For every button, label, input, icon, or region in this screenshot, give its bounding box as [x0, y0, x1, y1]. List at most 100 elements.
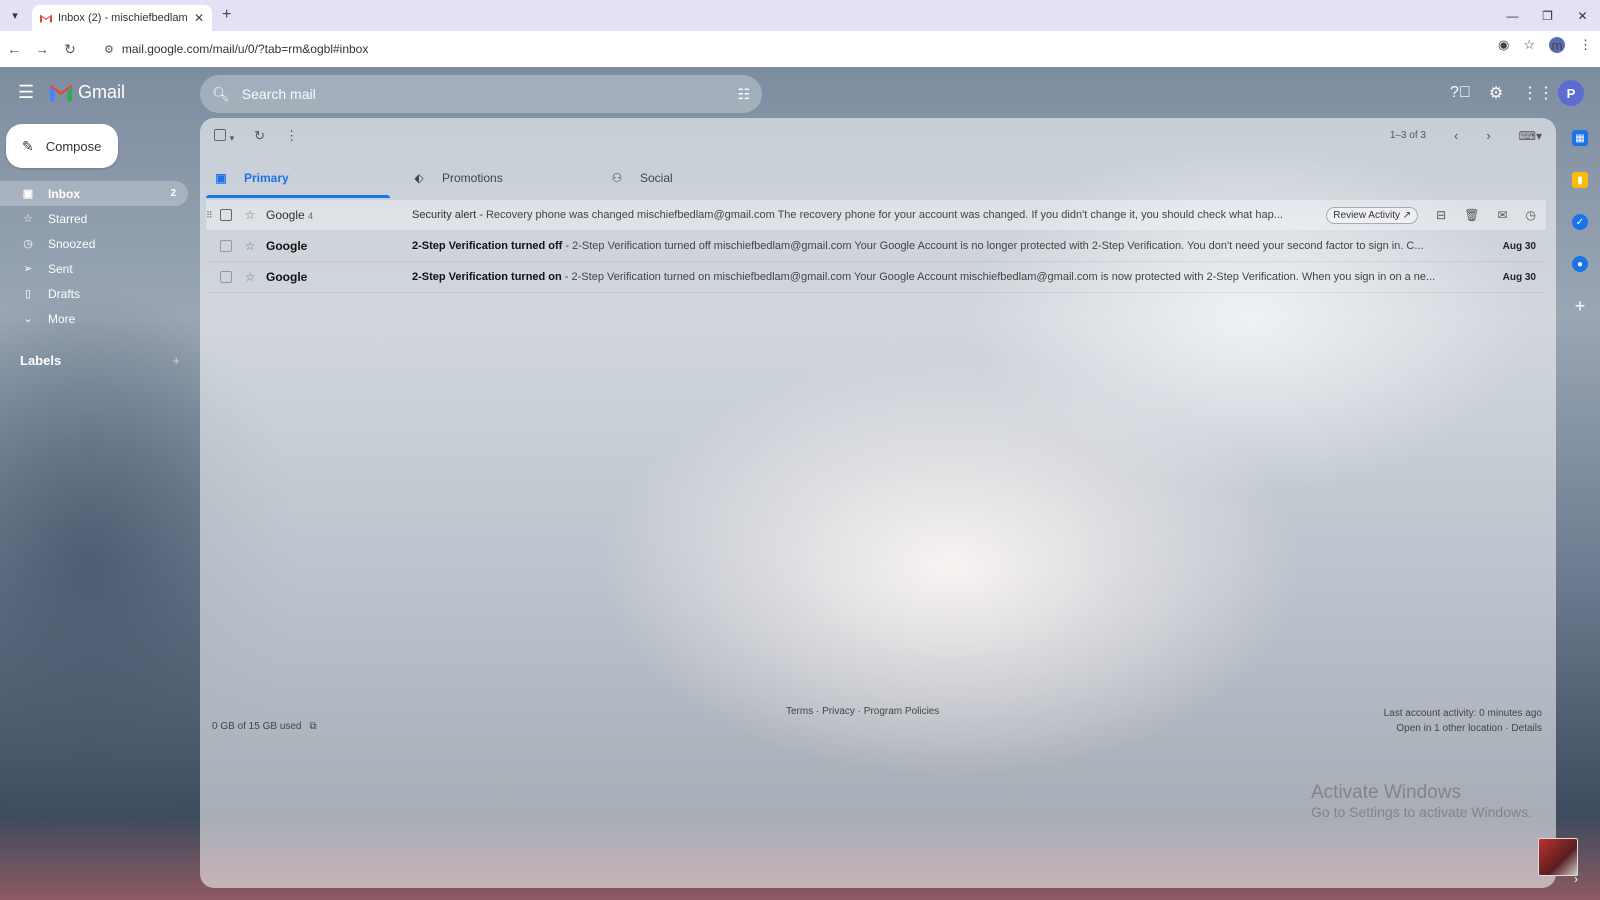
mail-panel: ▾ ↻ ⋮ 1–3 of 3 ‹ › ⌨▾ ▣ Primary ⬖ Promot…	[200, 118, 1556, 888]
review-activity-button[interactable]: Review Activity ↗	[1326, 206, 1419, 224]
email-checkbox[interactable]	[220, 240, 232, 252]
email-snippet: - Recovery phone was changed mischiefbed…	[476, 209, 1283, 221]
sidebar-item-sent[interactable]: ➢ Sent	[0, 256, 188, 281]
reload-icon[interactable]: ↻	[56, 41, 84, 58]
email-subject: 2-Step Verification turned on	[412, 271, 562, 283]
star-icon[interactable]: ☆	[238, 208, 262, 222]
calendar-icon[interactable]: ▦	[1572, 130, 1588, 146]
star-icon: ☆	[23, 213, 33, 225]
review-activity-label: Review Activity	[1333, 209, 1400, 221]
storage-info: 0 GB of 15 GB used ⧉	[212, 721, 317, 732]
sidebar-item-inbox[interactable]: ▣ Inbox 2	[0, 181, 188, 206]
compose-label: Compose	[45, 138, 102, 154]
star-icon[interactable]: ☆	[238, 270, 262, 284]
email-sender: Google	[262, 239, 412, 253]
more-options-icon[interactable]: ⋮	[285, 128, 298, 144]
account-activity: Last account activity: 0 minutes ago Ope…	[1384, 706, 1542, 736]
next-page-icon[interactable]: ›	[1486, 128, 1490, 143]
sidebar-item-starred[interactable]: ☆ Starred	[0, 206, 188, 231]
gmail-logo[interactable]: Gmail	[50, 82, 125, 103]
tab-social[interactable]: ⚇ Social	[602, 158, 786, 198]
close-window-icon[interactable]: ✕	[1565, 0, 1600, 31]
restore-icon[interactable]: ❐	[1530, 0, 1565, 31]
row-hover-actions: Review Activity ↗ ⊟ 🗑︎ ✉ ◷	[1326, 206, 1546, 224]
browser-menu-icon[interactable]: ⋮	[1579, 37, 1592, 53]
apps-grid-icon[interactable]: ⋮⋮⋮	[1522, 83, 1570, 103]
draft-file-icon: ▯	[24, 288, 32, 300]
browser-tab-bar: ▾ Inbox (2) - mischiefbedlam@gm ✕ + — ❐ …	[0, 0, 1600, 31]
sidebar-item-label: Inbox	[48, 186, 80, 201]
site-info-icon[interactable]: ⚙	[104, 43, 114, 56]
sender-name: Google	[266, 208, 305, 222]
open-storage-icon[interactable]: ⧉	[310, 721, 317, 732]
email-row[interactable]: ⠿ ☆ Google 2-Step Verification turned on…	[206, 262, 1546, 293]
browser-tab-gmail[interactable]: Inbox (2) - mischiefbedlam@gm ✕	[32, 5, 212, 31]
search-options-icon[interactable]: ☷	[737, 86, 750, 103]
chevron-right-icon[interactable]: ›	[1574, 872, 1578, 886]
browser-profile-avatar[interactable]: m	[1549, 37, 1565, 53]
email-row[interactable]: ⠿ ☆ Google 2-Step Verification turned of…	[206, 231, 1546, 262]
main-menu-icon[interactable]: ☰	[18, 82, 38, 103]
watermark-title: Activate Windows	[1311, 782, 1461, 803]
new-tab-icon[interactable]: +	[222, 6, 231, 24]
archive-icon[interactable]: ⊟	[1436, 208, 1446, 222]
eye-icon[interactable]: ◉	[1498, 37, 1509, 53]
activity-details-link[interactable]: Open in 1 other location · Details	[1384, 721, 1542, 736]
help-icon[interactable]: ?⃝	[1450, 84, 1471, 102]
drag-handle-icon[interactable]: ⠿	[206, 210, 214, 221]
contacts-icon[interactable]: ●	[1572, 256, 1588, 272]
windows-activation-watermark: Activate Windows Go to Settings to activ…	[1311, 782, 1532, 820]
tab-promotions[interactable]: ⬖ Promotions	[404, 158, 588, 198]
tab-title: Inbox (2) - mischiefbedlam@gm	[58, 12, 188, 24]
sidebar-item-more[interactable]: ⌄ More	[0, 306, 188, 331]
sender-name: Google	[266, 270, 308, 284]
search-icon[interactable]: 🔍︎	[212, 86, 230, 103]
add-addon-icon[interactable]: +	[1572, 296, 1588, 316]
settings-gear-icon[interactable]: ⚙	[1486, 83, 1506, 103]
tab-primary[interactable]: ▣ Primary	[206, 158, 390, 198]
account-avatar[interactable]: P	[1558, 80, 1584, 106]
compose-button[interactable]: ✎ Compose	[6, 124, 118, 168]
search-input[interactable]: Search mail	[242, 86, 726, 102]
sidebar-item-label: Sent	[48, 261, 73, 276]
address-bar[interactable]: ⚙ mail.google.com/mail/u/0/?tab=rm&ogbl#…	[96, 37, 1516, 61]
search-bar[interactable]: 🔍︎ Search mail ☷	[200, 75, 762, 113]
close-tab-icon[interactable]: ✕	[194, 11, 204, 25]
sidebar-item-label: Snoozed	[48, 236, 96, 251]
sidebar-item-label: More	[48, 311, 76, 326]
keep-icon[interactable]: ▮	[1572, 172, 1588, 188]
inbox-icon: ▣	[215, 171, 227, 185]
email-checkbox[interactable]	[220, 271, 232, 283]
delete-icon[interactable]: 🗑︎	[1464, 208, 1479, 222]
email-row[interactable]: ⠿ ☆ Google 4 Security alert - Recovery p…	[206, 200, 1546, 231]
mark-unread-icon[interactable]: ✉	[1497, 208, 1507, 222]
tasks-icon[interactable]: ✓	[1572, 214, 1588, 230]
email-snippet: - 2-Step Verification turned on mischief…	[561, 271, 1436, 283]
labels-heading: Labels	[20, 353, 62, 368]
sidebar-item-snoozed[interactable]: ◷ Snoozed	[0, 231, 188, 256]
select-all-checkbox[interactable]: ▾	[214, 128, 234, 144]
add-label-icon[interactable]: +	[172, 353, 180, 368]
minimize-icon[interactable]: —	[1495, 0, 1530, 31]
footer-links[interactable]: Terms · Privacy · Program Policies	[786, 706, 939, 717]
snooze-icon[interactable]: ◷	[1526, 208, 1536, 222]
url-text: mail.google.com/mail/u/0/?tab=rm&ogbl#in…	[121, 42, 369, 56]
email-checkbox[interactable]	[220, 209, 232, 221]
email-date: Aug 30	[1502, 271, 1536, 283]
refresh-icon[interactable]: ↻	[254, 128, 265, 144]
bookmark-star-icon[interactable]: ☆	[1523, 37, 1535, 53]
labels-header: Labels +	[20, 353, 180, 368]
tab-search-dropdown-icon[interactable]: ▾	[5, 6, 25, 26]
tab-label: Social	[640, 171, 673, 185]
storage-text: 0 GB of 15 GB used	[212, 721, 302, 732]
send-icon: ➢	[23, 263, 33, 275]
sender-name: Google	[266, 239, 308, 253]
forward-icon[interactable]: →	[28, 41, 56, 57]
star-icon[interactable]: ☆	[238, 239, 262, 253]
input-tools-icon[interactable]: ⌨▾	[1519, 129, 1542, 143]
back-icon[interactable]: ←	[0, 41, 28, 57]
sidebar-item-drafts[interactable]: ▯ Drafts	[0, 281, 188, 306]
watermark-subtitle: Go to Settings to activate Windows.	[1311, 804, 1532, 820]
pencil-icon: ✎	[22, 137, 34, 154]
prev-page-icon[interactable]: ‹	[1454, 128, 1458, 143]
